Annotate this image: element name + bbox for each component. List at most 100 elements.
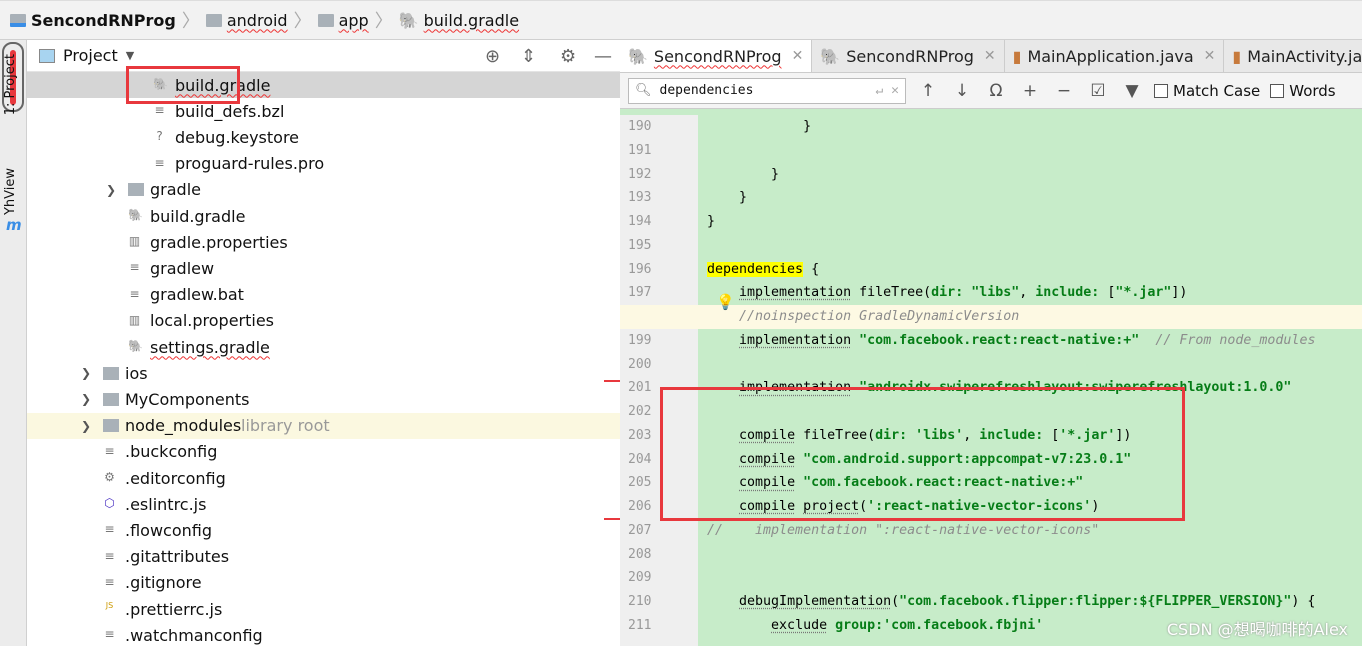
tree-item[interactable]: JS .prettierrc.js <box>27 596 620 622</box>
expand-arrow-icon[interactable]: ❯ <box>81 366 91 380</box>
editor-tab[interactable]: 🐘 SencondRNProg ✕ <box>812 40 1005 72</box>
breadcrumb-file[interactable]: 🐘 build.gradle <box>399 11 519 30</box>
tree-item-label: build_defs.bzl <box>175 101 285 121</box>
tree-item[interactable]: ≡ .buckconfig <box>27 439 620 465</box>
tree-item[interactable]: ≡ .watchmanconfig <box>27 622 620 648</box>
tree-item[interactable]: ≡ .gitignore <box>27 570 620 596</box>
close-icon[interactable]: ✕ <box>792 48 804 64</box>
locate-icon[interactable]: ⊕ <box>485 46 500 67</box>
breadcrumb-android[interactable]: android <box>205 11 288 30</box>
tree-item[interactable]: 🐘 settings.gradle <box>27 334 620 360</box>
code-line[interactable]: implementation fileTree(dir: "libs", inc… <box>707 281 1187 305</box>
match-case-checkbox[interactable]: Match Case <box>1154 82 1260 100</box>
filter-icon[interactable]: ▼ <box>1120 81 1144 101</box>
tree-item-label: gradle <box>150 180 201 200</box>
code-line[interactable]: } <box>707 210 715 234</box>
project-view-selector[interactable]: Project <box>63 46 118 65</box>
code-token: { <box>803 261 820 277</box>
code-token: } <box>707 166 780 182</box>
hide-icon[interactable]: — <box>594 46 612 67</box>
tree-item[interactable]: 🐘 build.gradle <box>27 203 620 229</box>
editor-tab[interactable]: ▮ MainApplication.java ✕ <box>1005 40 1225 72</box>
code-token: ) { <box>1291 594 1316 610</box>
gutter: 1901911921931941951961971981992002012022… <box>620 115 698 646</box>
tree-item-label: .flowconfig <box>125 520 212 540</box>
tree-item[interactable]: ? debug.keystore <box>27 124 620 150</box>
code-token: include: <box>1035 285 1108 301</box>
tree-item[interactable]: ❯ ios <box>27 360 620 386</box>
code-line[interactable]: implementation "com.facebook.react:react… <box>707 329 1315 353</box>
tree-item[interactable]: ⚙ .editorconfig <box>27 465 620 491</box>
file-icon: ≡ <box>104 522 115 537</box>
expand-arrow-icon[interactable]: ❯ <box>81 419 91 433</box>
collapse-all-icon[interactable]: ⇕ <box>521 46 536 67</box>
tab-label: MainActivity.java <box>1247 46 1362 66</box>
file-icon: ≡ <box>104 627 115 642</box>
tree-item[interactable]: ▥ gradle.properties <box>27 229 620 255</box>
tree-item[interactable]: ≡ .gitattributes <box>27 544 620 570</box>
unknown-file-icon: ? <box>156 129 163 144</box>
tree-item[interactable]: ⬡ .eslintrc.js <box>27 491 620 517</box>
gear-icon[interactable]: ⚙ <box>560 46 576 67</box>
chevron-down-icon[interactable]: ▼ <box>126 49 134 62</box>
expand-arrow-icon[interactable]: ❯ <box>106 183 116 197</box>
code-line[interactable]: exclude group:'com.facebook.fbjni' <box>707 614 1043 638</box>
tree-item[interactable]: ≡ gradlew.bat <box>27 282 620 308</box>
next-occurrence-icon[interactable]: ↓ <box>950 81 974 101</box>
tree-item-label: .gitattributes <box>125 547 230 567</box>
editor-tab[interactable]: 🐘 SencondRNProg ✕ <box>620 40 813 72</box>
code-line[interactable]: // implementation ":react-native-vector-… <box>707 519 1099 543</box>
tree-item[interactable]: ❯ gradle <box>27 177 620 203</box>
tree-item[interactable]: ≡ build_defs.bzl <box>27 98 620 124</box>
java-file-icon: ▮ <box>1012 46 1022 66</box>
breadcrumb-app[interactable]: app <box>317 11 369 30</box>
breadcrumb-project[interactable]: SencondRNProg <box>10 11 176 30</box>
expand-arrow-icon[interactable]: ❯ <box>81 392 91 406</box>
tree-item-label: local.properties <box>150 311 275 331</box>
m-icon[interactable]: m <box>6 216 22 234</box>
folder-icon <box>205 13 222 27</box>
code-line[interactable]: } <box>707 115 811 139</box>
search-input[interactable]: 🔍︎ dependencies ↵ ✕ <box>628 77 906 104</box>
code-line[interactable]: dependencies { <box>707 258 819 282</box>
tree-item[interactable]: ❯ MyComponents <box>27 386 620 412</box>
code-token: fileTree( <box>851 285 932 301</box>
file-icon: ≡ <box>129 260 140 275</box>
tree-item-label: settings.gradle <box>150 337 270 357</box>
code-line[interactable]: //noinspection GradleDynamicVersion <box>707 305 1019 329</box>
tree-item[interactable]: ≡ proguard-rules.pro <box>27 151 620 177</box>
tree-item-label: .buckconfig <box>125 442 218 462</box>
code-line[interactable]: } <box>707 186 747 210</box>
previous-occurrence-icon[interactable]: ↑ <box>916 81 940 101</box>
tree-item[interactable]: ≡ .flowconfig <box>27 517 620 543</box>
remove-selection-icon[interactable]: − <box>1052 81 1076 101</box>
line-number: 191 <box>628 142 652 158</box>
lightbulb-icon[interactable]: 💡 <box>716 293 735 311</box>
line-number: 196 <box>628 261 652 277</box>
tree-item[interactable]: ≡ gradlew <box>27 255 620 281</box>
editor-tab[interactable]: ▮MainActivity.java✕ <box>1224 40 1362 72</box>
code-line[interactable]: debugImplementation("com.facebook.flippe… <box>707 590 1315 614</box>
clear-icon[interactable]: ✕ <box>891 83 899 98</box>
line-number: 195 <box>628 237 652 253</box>
code-line[interactable]: } <box>707 163 779 187</box>
tree-item-label: .eslintrc.js <box>125 494 207 514</box>
yhview-tool-tab[interactable]: YhView <box>3 168 18 215</box>
crumb-label: SencondRNProg <box>31 10 176 30</box>
file-icon: ≡ <box>104 548 115 563</box>
enter-icon[interactable]: ↵ <box>875 83 883 98</box>
close-icon[interactable]: ✕ <box>984 48 996 64</box>
tree-item[interactable]: ❯ node_modules library root <box>27 412 620 439</box>
tree-item[interactable]: ▥ local.properties <box>27 308 620 334</box>
project-tool-tab[interactable]: 1: Project <box>3 54 18 115</box>
tree-item-label: build.gradle <box>150 206 246 226</box>
tree-item-label: MyComponents <box>125 389 250 409</box>
toggle-selection-icon[interactable]: ☑ <box>1086 81 1110 101</box>
close-icon[interactable]: ✕ <box>1204 48 1216 64</box>
line-number: 194 <box>628 214 652 230</box>
tree-item[interactable]: 🐘 build.gradle <box>27 72 620 98</box>
tab-label: SencondRNProg <box>846 46 974 66</box>
select-all-occurrences-icon[interactable]: Ω <box>984 81 1008 101</box>
add-selection-icon[interactable]: + <box>1018 81 1042 101</box>
words-checkbox[interactable]: Words <box>1270 82 1336 100</box>
